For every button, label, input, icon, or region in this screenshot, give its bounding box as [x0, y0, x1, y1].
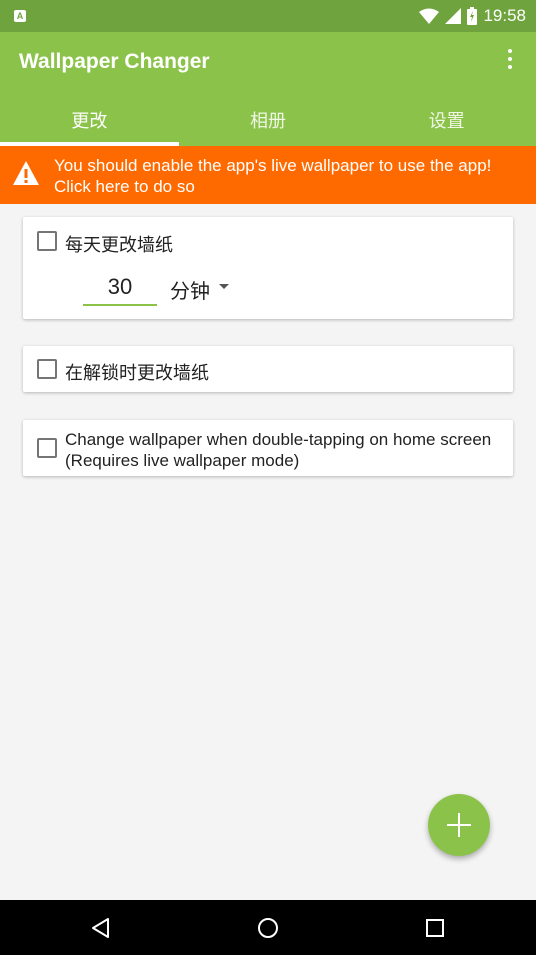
status-bar: A 19:58 [0, 0, 536, 32]
daily-change-card: 每天更改墙纸 30 分钟 [23, 217, 513, 319]
double-tap-line-2: (Requires live wallpaper mode) [65, 451, 300, 470]
system-nav-bar [0, 900, 536, 955]
notification-icon: A [14, 10, 26, 22]
status-icons: 19:58 [419, 6, 526, 26]
app-title: Wallpaper Changer [19, 50, 210, 73]
double-tap-line-1: Change wallpaper when double-tapping on … [65, 430, 492, 449]
recents-icon[interactable] [424, 917, 446, 939]
live-wallpaper-warning-banner[interactable]: You should enable the app's live wallpap… [0, 146, 536, 204]
banner-line-1: You should enable the app's live wallpap… [54, 156, 492, 175]
daily-change-checkbox[interactable] [37, 231, 57, 251]
wifi-icon [419, 8, 440, 24]
tab-bar: 更改 相册 设置 [0, 94, 536, 146]
banner-line-2: Click here to do so [54, 177, 195, 196]
unlock-change-card: 在解锁时更改墙纸 [23, 346, 513, 392]
tab-label: 更改 [71, 111, 108, 131]
add-fab-button[interactable] [428, 794, 490, 856]
unlock-change-checkbox[interactable] [37, 359, 57, 379]
plus-icon [447, 813, 471, 837]
tab-settings[interactable]: 设置 [357, 94, 536, 146]
app-bar: Wallpaper Changer 更改 相册 设置 [0, 32, 536, 146]
clock: 19:58 [483, 6, 526, 25]
tab-label: 设置 [428, 111, 465, 131]
tab-label: 相册 [250, 111, 286, 131]
back-icon[interactable] [90, 917, 112, 939]
double-tap-card: Change wallpaper when double-tapping on … [23, 420, 513, 476]
daily-change-label: 每天更改墙纸 [65, 235, 173, 255]
tab-change[interactable]: 更改 [0, 94, 179, 146]
interval-unit-select[interactable]: 分钟 [170, 275, 210, 304]
banner-text: You should enable the app's live wallpap… [54, 155, 491, 197]
input-underline [83, 304, 157, 306]
double-tap-label: Change wallpaper when double-tapping on … [65, 429, 491, 471]
tab-album[interactable]: 相册 [179, 94, 358, 146]
dropdown-arrow-icon[interactable] [219, 284, 229, 289]
interval-value-input[interactable]: 30 [83, 274, 157, 306]
unlock-change-label: 在解锁时更改墙纸 [65, 363, 209, 383]
signal-icon [445, 8, 462, 24]
interval-value: 30 [107, 274, 133, 299]
home-icon[interactable] [257, 917, 279, 939]
double-tap-checkbox[interactable] [37, 438, 57, 458]
battery-icon [467, 7, 478, 25]
warning-icon [13, 161, 39, 185]
more-vert-icon[interactable] [500, 46, 520, 72]
